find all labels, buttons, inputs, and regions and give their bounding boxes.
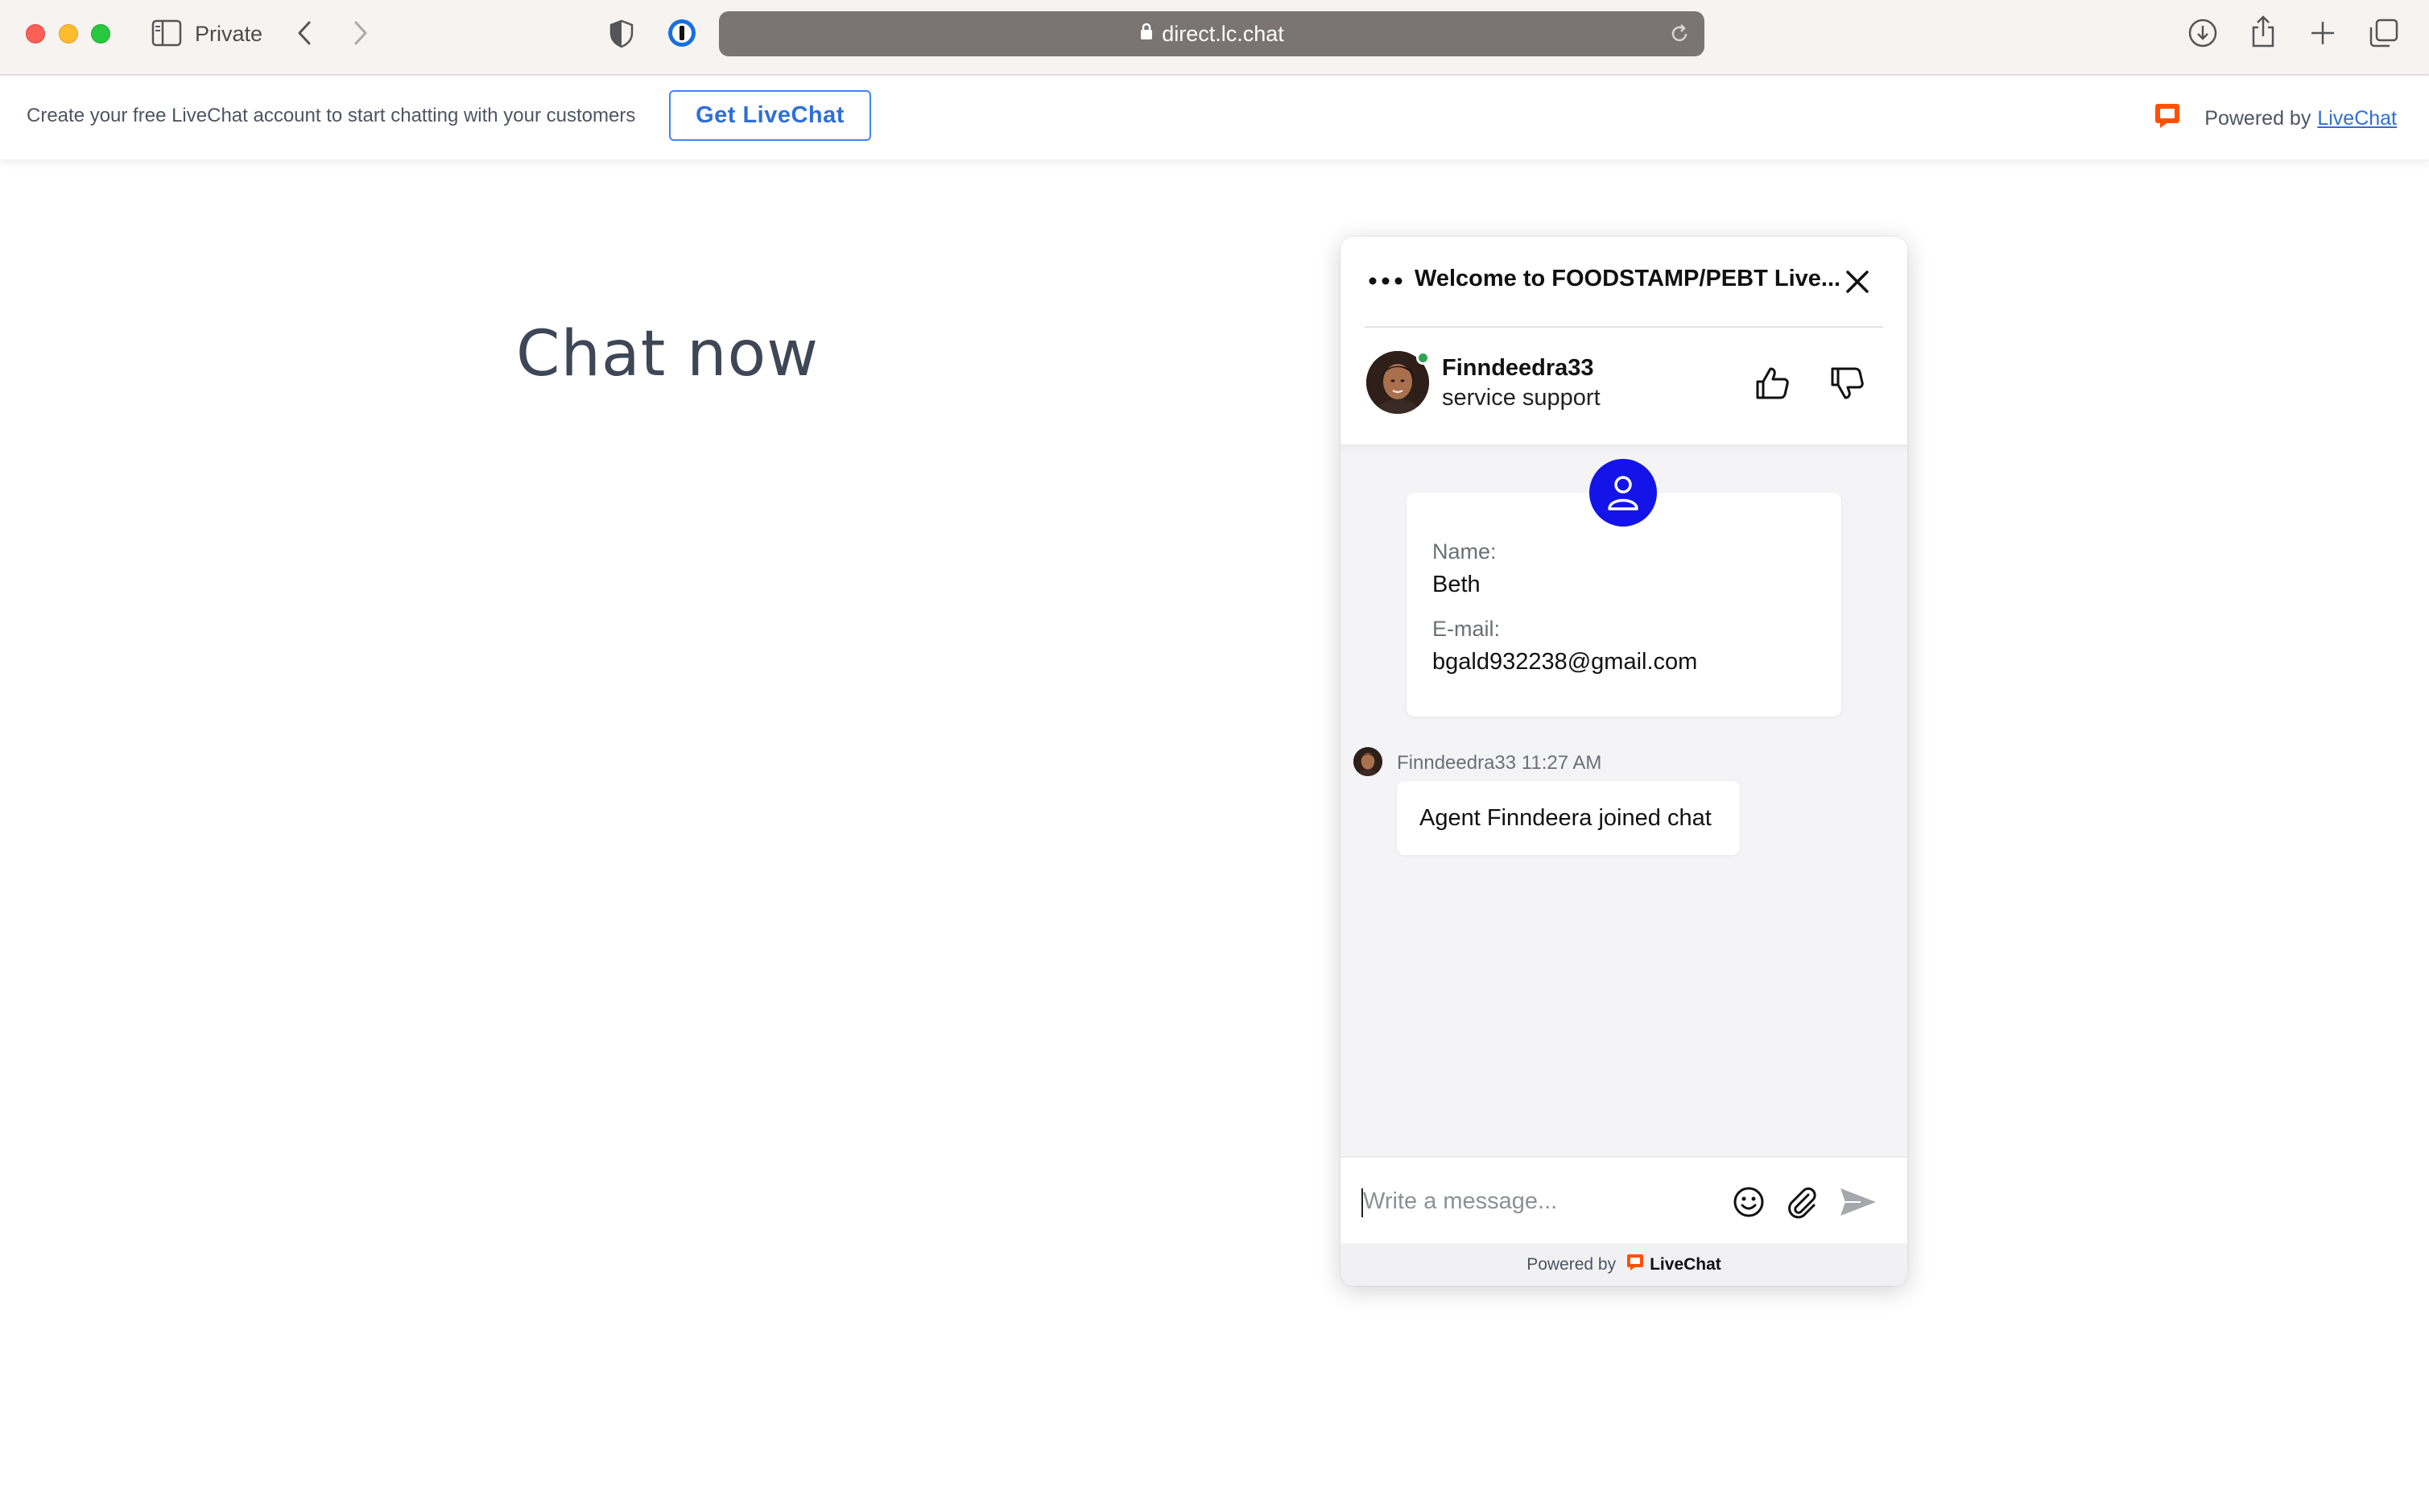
chat-title: Welcome to FOODSTAMP/PEBT Live... [1415, 266, 1841, 291]
lock-icon [1139, 22, 1154, 47]
livechat-logo-icon [1626, 1253, 1645, 1277]
form-label-email: E-mail: [1432, 617, 1501, 641]
footer-brand[interactable]: LiveChat [1650, 1255, 1721, 1274]
emoji-icon[interactable] [1732, 1185, 1766, 1223]
tabs-overview-icon[interactable] [2369, 18, 2399, 48]
reload-icon[interactable] [1669, 23, 1690, 48]
message-input[interactable]: Write a message... [1363, 1188, 1557, 1215]
message-bubble: Agent Finndeera joined chat [1397, 781, 1740, 855]
livechat-logo-icon [2153, 101, 2182, 136]
get-livechat-button[interactable]: Get LiveChat [669, 90, 871, 141]
browser-toolbar: Private direct.lc.chat [0, 0, 2429, 76]
widget-footer: Powered by LiveChat [1340, 1243, 1907, 1286]
thumbs-up-icon[interactable] [1753, 364, 1791, 407]
new-tab-icon[interactable] [2309, 19, 2336, 47]
footer-powered-by: Powered by [1526, 1254, 1617, 1274]
online-status-indicator [1416, 351, 1430, 365]
password-manager-icon[interactable] [667, 18, 697, 48]
agent-name: Finndeedra33 [1442, 355, 1594, 381]
thumbs-down-icon[interactable] [1828, 364, 1866, 407]
form-value-email: bgald932238@gmail.com [1432, 649, 1698, 675]
sidebar-icon[interactable] [151, 19, 182, 47]
livechat-link[interactable]: LiveChat [2317, 107, 2397, 130]
text-caret [1361, 1188, 1363, 1217]
user-icon [1589, 459, 1657, 527]
message-meta: Finndeedra33 11:27 AM [1397, 752, 1602, 774]
powered-by: Powered by LiveChat [2153, 101, 2397, 136]
window-minimize-button[interactable] [59, 24, 78, 43]
page-title: Chat now [516, 318, 820, 390]
attachment-icon[interactable] [1784, 1185, 1820, 1223]
chat-header: Welcome to FOODSTAMP/PEBT Live... Finnde… [1340, 237, 1907, 444]
message-avatar [1353, 747, 1382, 776]
chat-widget: Welcome to FOODSTAMP/PEBT Live... Finnde… [1340, 237, 1907, 1286]
shield-icon[interactable] [609, 19, 634, 48]
agent-role: service support [1442, 385, 1601, 411]
forward-icon[interactable] [351, 19, 370, 47]
share-icon[interactable] [2249, 14, 2277, 48]
window-zoom-button[interactable] [91, 24, 110, 43]
form-value-name: Beth [1432, 572, 1481, 597]
window-close-button[interactable] [26, 24, 45, 43]
send-icon[interactable] [1838, 1185, 1878, 1223]
message-composer[interactable]: Write a message... [1340, 1156, 1907, 1243]
download-icon[interactable] [2187, 18, 2218, 48]
promo-text: Create your free LiveChat account to sta… [27, 105, 636, 126]
address-bar[interactable]: direct.lc.chat [719, 11, 1704, 56]
powered-by-prefix: Powered by [2204, 107, 2311, 130]
private-mode-label: Private [195, 22, 263, 46]
form-label-name: Name: [1432, 539, 1497, 564]
url-text: direct.lc.chat [1162, 21, 1284, 46]
back-icon[interactable] [295, 19, 314, 47]
header-divider [1365, 326, 1883, 328]
close-icon[interactable] [1841, 266, 1873, 302]
promo-banner: Create your free LiveChat account to sta… [0, 77, 2429, 159]
more-options-icon[interactable] [1368, 275, 1403, 291]
